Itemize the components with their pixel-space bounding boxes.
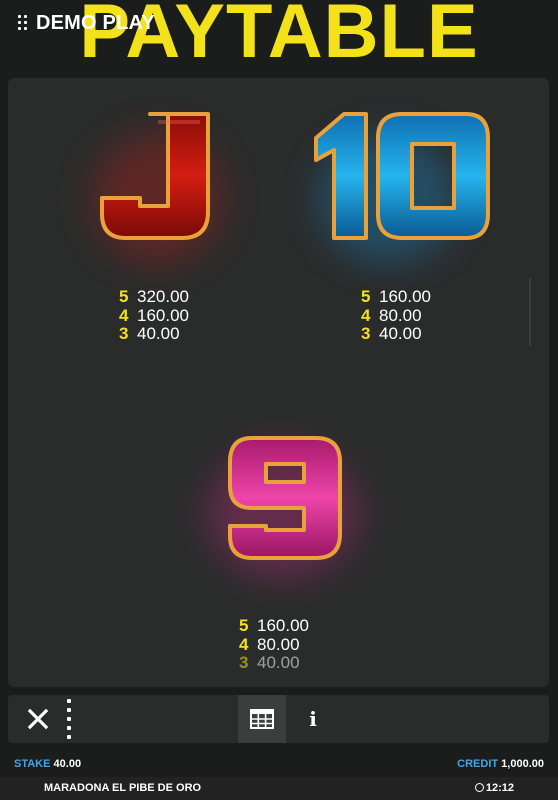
stake-value: 40.00 bbox=[53, 758, 82, 770]
symbol-9-payouts: 5 160.00 4 80.00 3 40.00 bbox=[239, 616, 309, 673]
symbol-9-icon bbox=[224, 434, 344, 567]
close-icon[interactable] bbox=[26, 707, 50, 731]
paytable-tab[interactable] bbox=[238, 695, 286, 743]
payout-row: 3 40.00 bbox=[361, 324, 422, 343]
symbol-j-payouts: 5 320.00 4 160.00 3 40.00 bbox=[119, 287, 189, 344]
table-grid-icon bbox=[250, 709, 274, 729]
info-tab[interactable]: i bbox=[298, 695, 328, 743]
symbol-10-payouts: 5 160.00 4 80.00 3 40.00 bbox=[361, 287, 431, 344]
bottom-toolbar: i bbox=[8, 695, 549, 743]
symbol-10-icon bbox=[310, 110, 494, 247]
clock-time: 12:12 bbox=[485, 782, 514, 794]
game-name: MARADONA EL PIBE DE ORO bbox=[44, 782, 202, 794]
demo-play-label: DEMO PLAY bbox=[36, 12, 155, 34]
payout-row: 5 320.00 bbox=[119, 287, 189, 306]
stake-display: STAKE 40.00 bbox=[14, 758, 81, 770]
payout-row: 5 160.00 bbox=[361, 287, 431, 306]
stake-label: STAKE bbox=[14, 758, 51, 770]
payout-row: 3 40.00 bbox=[119, 324, 180, 343]
symbol-j-icon bbox=[96, 110, 214, 247]
clock-icon bbox=[474, 783, 484, 792]
info-icon: i bbox=[309, 707, 317, 731]
scrollbar-thumb[interactable] bbox=[529, 278, 531, 346]
top-bar: PAYTABLE DEMO PLAY bbox=[0, 0, 558, 78]
payout-row: 3 40.00 bbox=[239, 653, 300, 672]
credit-value: 1,000.00 bbox=[501, 758, 544, 770]
payout-row: 5 160.00 bbox=[239, 616, 309, 635]
credit-display: CREDIT 1,000.00 bbox=[457, 758, 544, 770]
payout-row: 4 160.00 bbox=[119, 305, 189, 325]
payout-row: 4 80.00 bbox=[239, 634, 300, 654]
credit-label: CREDIT bbox=[457, 758, 499, 770]
clock: 12:12 bbox=[474, 782, 514, 794]
paytable-panel[interactable]: 5 320.00 4 160.00 3 40.00 5 160.00 4 80.00 34… bbox=[8, 78, 549, 687]
vertical-dots-icon[interactable] bbox=[67, 699, 73, 739]
footer-bar: MARADONA EL PIBE DE ORO 12:12 bbox=[0, 777, 558, 800]
payout-row: 4 80.00 bbox=[361, 305, 422, 325]
